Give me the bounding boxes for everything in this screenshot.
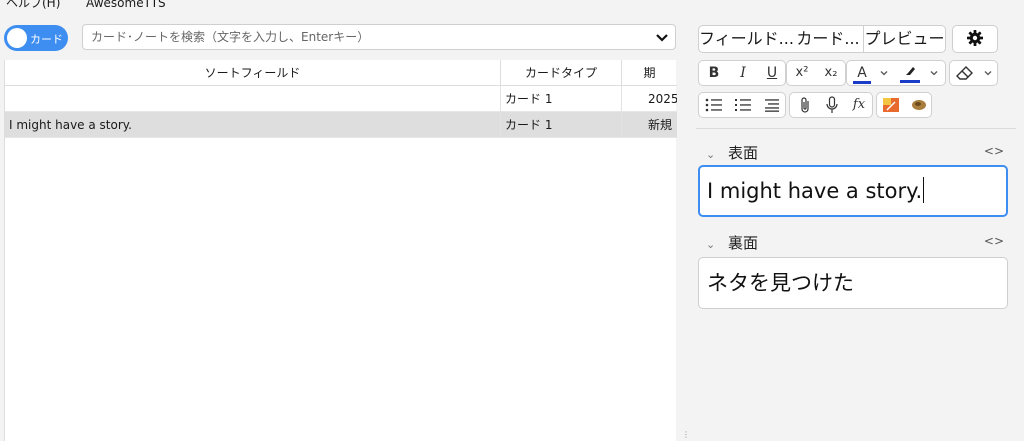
eraser-icon[interactable] (950, 61, 980, 85)
image-occlusion-icon[interactable] (877, 93, 905, 117)
toggle-label: カード (30, 33, 63, 46)
chevron-down-icon[interactable] (979, 61, 997, 85)
cell-sort-field (5, 86, 501, 112)
front-field-editor[interactable]: I might have a story. (698, 165, 1008, 217)
table-header: ソートフィールド カードタイプ 期 (5, 60, 677, 86)
column-card-type[interactable]: カードタイプ (501, 60, 622, 86)
media-group: fx (789, 92, 873, 118)
ordered-list-icon[interactable] (728, 93, 758, 117)
text-color-icon: A (853, 65, 871, 84)
unordered-list-icon[interactable] (699, 93, 729, 117)
back-field-editor[interactable]: ネタを見つけた (698, 257, 1008, 309)
clear-format-group (949, 60, 998, 86)
text-style-group: B I U (698, 60, 786, 86)
options-button[interactable] (952, 25, 998, 53)
browser-panel: カード ソートフィールド カードタイプ 期 カード 1 2025 I might… (0, 14, 680, 441)
card-table: ソートフィールド カードタイプ 期 カード 1 2025 I might hav… (4, 60, 677, 441)
italic-button[interactable]: I (728, 61, 758, 85)
table-row[interactable]: I might have a story. カード 1 新規 (5, 112, 677, 138)
script-group: x² x₂ (786, 60, 846, 86)
preview-button[interactable]: プレビュー (864, 25, 946, 53)
chevron-down-icon[interactable] (925, 61, 943, 85)
toggle-knob (7, 28, 27, 48)
highlight-color-button[interactable] (895, 61, 925, 85)
superscript-button[interactable]: x² (787, 61, 817, 85)
text-caret (923, 177, 925, 203)
highlighter-icon (900, 64, 920, 83)
chevron-down-icon[interactable] (655, 30, 669, 44)
field-label-front[interactable]: ⌄ 表面 (706, 142, 758, 163)
cell-sort-field: I might have a story. (5, 112, 501, 138)
paperclip-icon[interactable] (790, 93, 820, 117)
function-button[interactable]: fx (844, 93, 874, 117)
cell-due: 新規 (648, 118, 673, 132)
column-sort-field[interactable]: ソートフィールド (5, 60, 501, 86)
back-field-text: ネタを見つけた (707, 271, 854, 295)
bold-button[interactable]: B (699, 61, 729, 85)
subscript-button[interactable]: x₂ (816, 61, 846, 85)
list-group (698, 92, 786, 118)
align-icon[interactable] (757, 93, 787, 117)
search-input[interactable] (91, 28, 631, 46)
color-group: A (846, 60, 946, 86)
gear-icon (966, 29, 984, 48)
splitter-handle[interactable]: ⋮ (682, 430, 690, 439)
underline-button[interactable]: U (757, 61, 787, 85)
fields-button[interactable]: フィールド... (698, 25, 794, 53)
column-due[interactable]: 期 (622, 60, 677, 86)
menu-awesometts[interactable]: AwesomeTTS (86, 0, 166, 9)
menu-help[interactable]: ヘルプ(H) (6, 0, 60, 9)
addon-group (876, 92, 932, 118)
front-field-text: I might have a story. (707, 179, 923, 203)
field-label-back[interactable]: ⌄ 裏面 (706, 232, 758, 253)
chevron-down-icon[interactable] (875, 61, 893, 85)
cell-card-type: カード 1 (501, 112, 622, 138)
microphone-icon[interactable] (817, 93, 847, 117)
html-editor-toggle-front[interactable]: <> (984, 144, 1004, 158)
cell-card-type: カード 1 (501, 86, 622, 112)
chevron-down-icon[interactable]: ⌄ (706, 148, 718, 161)
chevron-down-icon[interactable]: ⌄ (706, 238, 718, 251)
cell-due: 2025 (648, 92, 677, 106)
toolbar-divider (696, 128, 1016, 129)
cards-button[interactable]: カード... (793, 25, 864, 53)
search-box[interactable] (82, 24, 676, 50)
speaker-addon-icon[interactable] (905, 93, 933, 117)
text-color-button[interactable]: A (847, 61, 877, 85)
editor-panel: フィールド... カード... プレビュー B I U x² x₂ A fx ⌄… (690, 14, 1024, 441)
menubar: ヘルプ(H) AwesomeTTS (0, 0, 1024, 14)
table-row[interactable]: カード 1 2025 (5, 86, 677, 112)
html-editor-toggle-back[interactable]: <> (984, 234, 1004, 248)
cards-notes-toggle[interactable]: カード (4, 25, 68, 51)
